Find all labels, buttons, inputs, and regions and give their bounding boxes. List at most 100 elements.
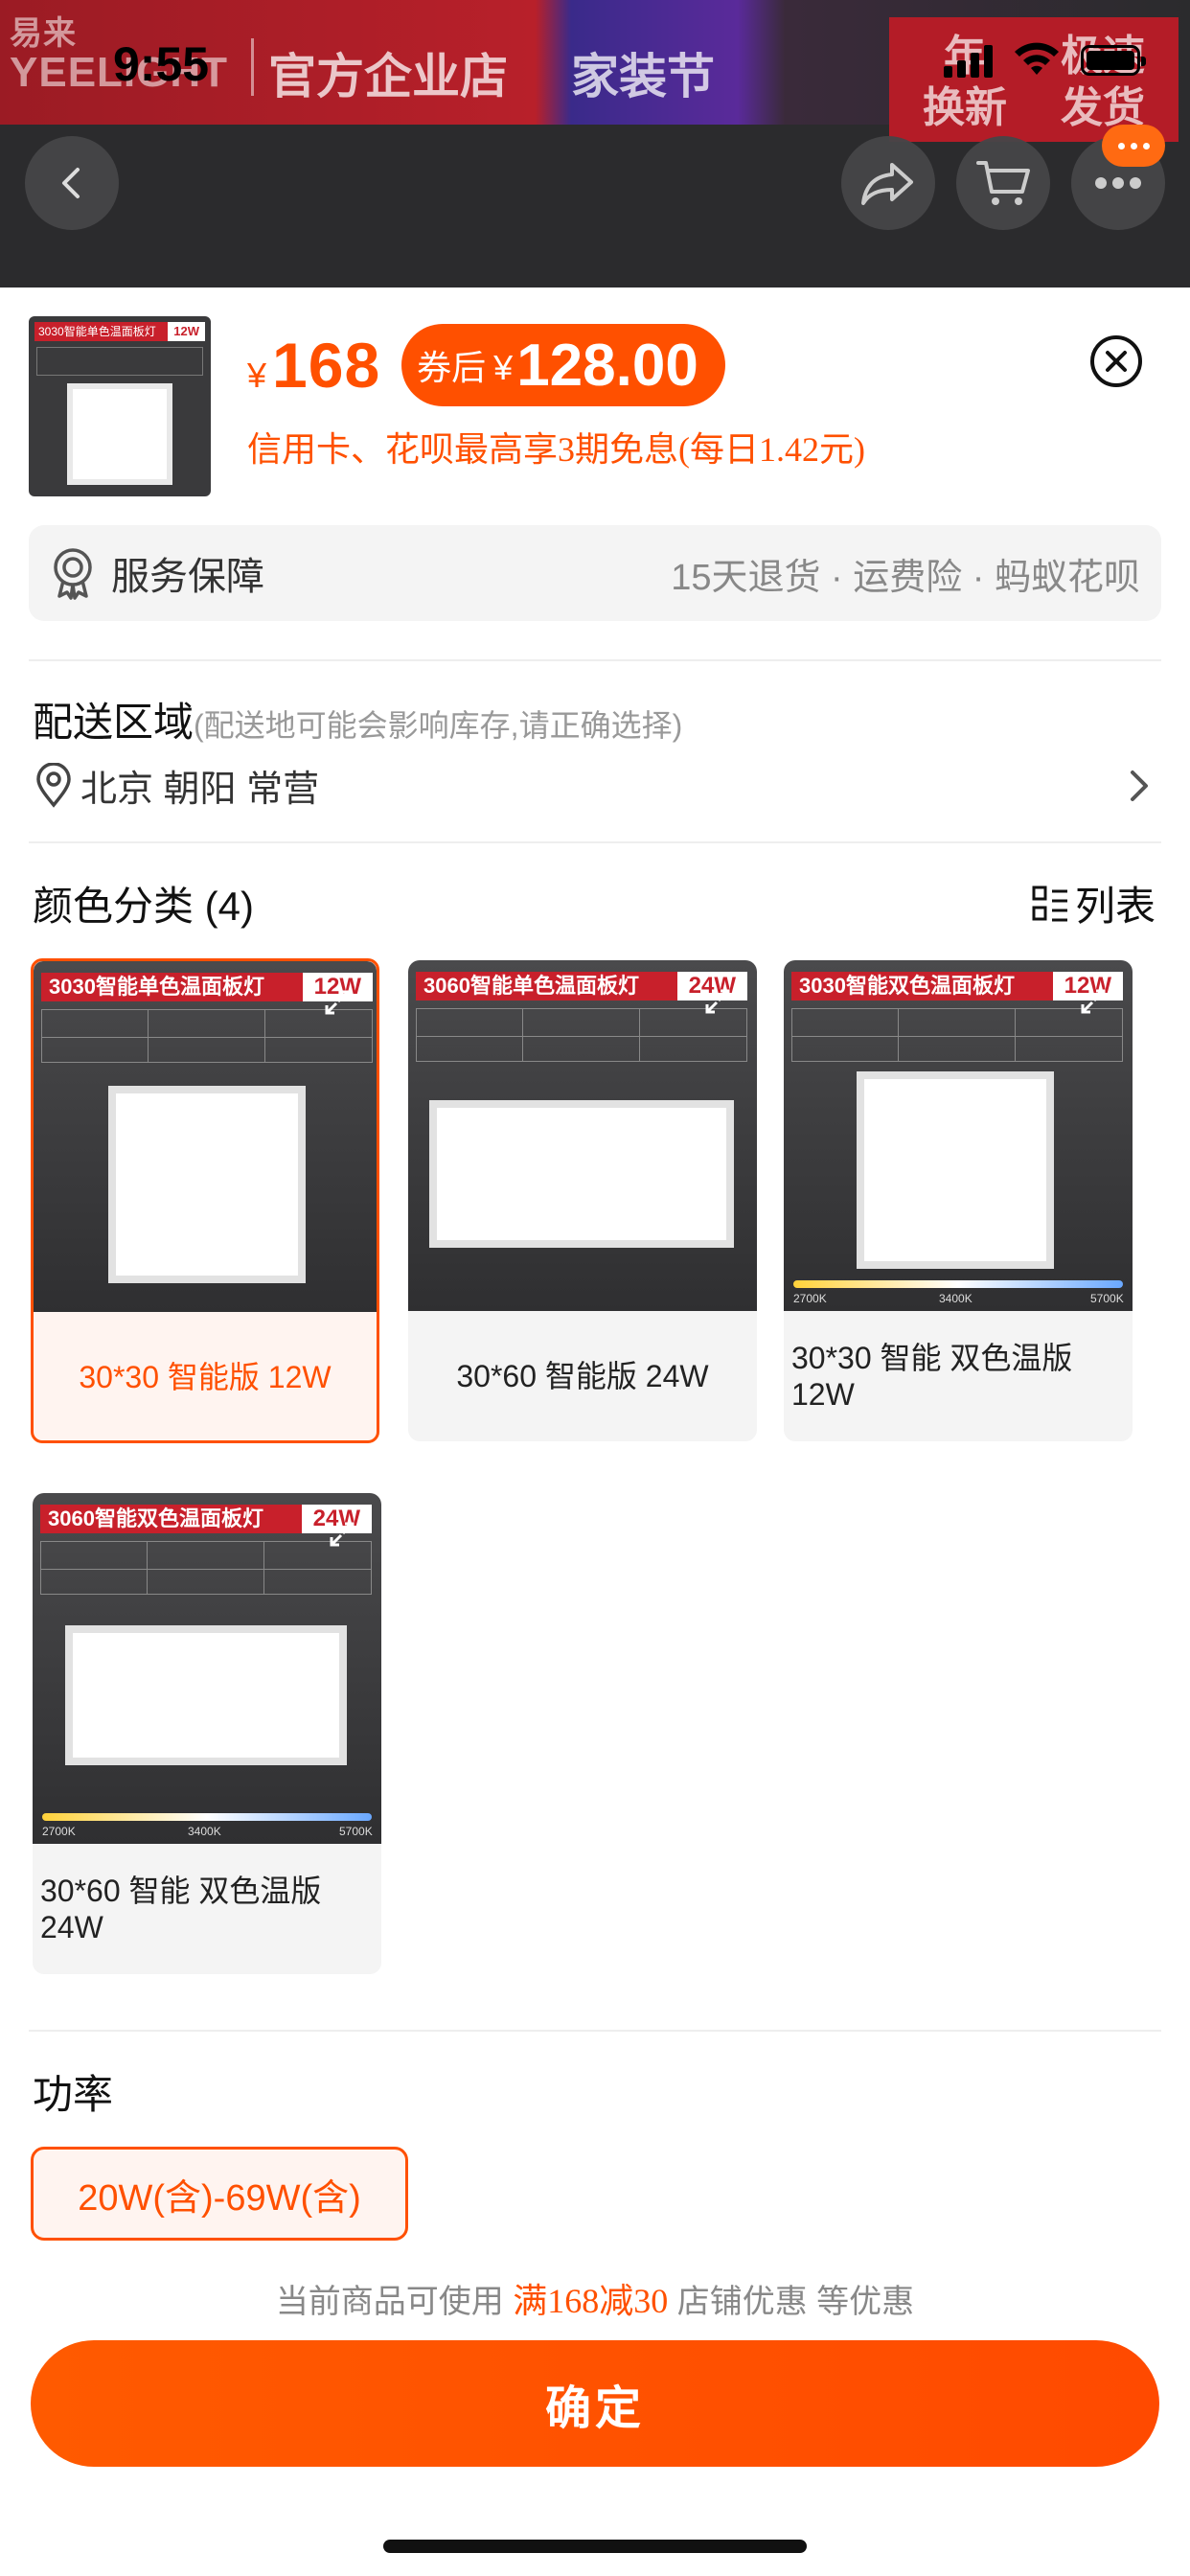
signal-icon xyxy=(944,43,993,78)
option-tag-title: 3030智能单色温面板灯 xyxy=(41,973,303,1001)
delivery-title-text: 配送区域 xyxy=(33,700,195,745)
badge-new-year: 年 换新 xyxy=(889,17,1041,142)
badge-fast-shipping: 极速 发货 xyxy=(1027,17,1179,142)
expand-icon[interactable] xyxy=(1079,987,1108,1016)
promo-highlight: 满168减30 xyxy=(513,2282,669,2320)
badge-right-line2: 发货 xyxy=(1061,84,1145,131)
option-label: 30*30 智能版 12W xyxy=(79,1360,332,1394)
panel-light-image xyxy=(65,1625,347,1765)
divider xyxy=(29,2030,1161,2032)
thumb-tag-title: 3030智能单色温面板灯 xyxy=(34,322,169,341)
location-pin-icon xyxy=(36,762,71,808)
option-tag: 3060智能单色温面板灯 24W xyxy=(416,972,747,1000)
share-button[interactable] xyxy=(841,136,935,230)
list-view-label: 列表 xyxy=(1075,884,1156,929)
close-icon xyxy=(1106,351,1127,372)
list-view-toggle[interactable]: 列表 xyxy=(1031,874,1156,932)
close-button[interactable] xyxy=(1090,335,1142,387)
list-view-icon xyxy=(1032,886,1067,921)
delivery-address-row[interactable]: 北京 朝阳 常营 xyxy=(33,759,1154,812)
panel-light-image xyxy=(108,1086,306,1283)
panel-light-image xyxy=(429,1100,734,1248)
divider xyxy=(29,841,1161,843)
delivery-title: 配送区域(配送地可能会影响库存,请正确选择) xyxy=(33,690,682,748)
status-time: 9:55 xyxy=(113,37,210,91)
color-option[interactable]: 3030智能双色温面板灯 12W 2700K 3400K 5700K 30*30… xyxy=(784,960,1133,1441)
product-page-background: 易来 YEELIGHT 官方企业店 家装节 年 换新 极速 发货 9:55 xyxy=(0,0,1190,288)
thumb-spec-grid xyxy=(36,347,203,376)
option-tag: 3060智能双色温面板灯 24W xyxy=(40,1505,372,1533)
share-icon xyxy=(861,163,913,205)
power-option[interactable]: 20W(含)-69W(含) xyxy=(31,2147,408,2241)
product-thumbnail[interactable]: 3030智能单色温面板灯 12W xyxy=(29,316,211,496)
gradient-label-low: 2700K xyxy=(793,1292,827,1305)
option-tag-title: 3060智能单色温面板灯 xyxy=(416,972,677,1000)
festival-label: 家装节 xyxy=(571,50,715,104)
option-tag-title: 3060智能双色温面板灯 xyxy=(40,1505,302,1533)
price-row: ¥ 168 券后 ¥ 128.00 xyxy=(247,324,725,406)
badge-left-line2: 换新 xyxy=(923,84,1007,131)
option-image: 3030智能双色温面板灯 12W 2700K 3400K 5700K xyxy=(784,960,1133,1311)
gradient-label-low: 2700K xyxy=(42,1825,76,1838)
price-currency: ¥ xyxy=(247,356,267,395)
coupon-price-badge: 券后 ¥ 128.00 xyxy=(401,324,725,406)
message-badge xyxy=(1102,125,1165,167)
badge-award-icon xyxy=(54,548,92,600)
service-guarantee[interactable]: 服务保障 15天退货 · 运费险 · 蚂蚁花呗 xyxy=(29,525,1161,621)
gradient-label-mid: 3400K xyxy=(939,1292,973,1305)
promo-suffix: 店铺优惠 等优惠 xyxy=(676,2284,915,2320)
color-temperature-bar xyxy=(42,1813,372,1821)
thumb-panel-image xyxy=(67,383,172,485)
option-image: 3030智能单色温面板灯 12W xyxy=(34,961,377,1312)
gradient-label-high: 5700K xyxy=(1090,1292,1124,1305)
coupon-label: 券后 xyxy=(417,348,487,387)
option-label: 30*60 智能版 24W xyxy=(456,1359,709,1393)
expand-icon[interactable] xyxy=(328,1520,356,1549)
chevron-right-icon xyxy=(1131,770,1148,801)
installment-info: 信用卡、花呗最高享3期免息(每日1.42元) xyxy=(247,430,865,469)
expand-icon[interactable] xyxy=(323,988,352,1017)
promo-info: 当前商品可使用 满168减30 店铺优惠 等优惠 xyxy=(0,2273,1190,2323)
back-button[interactable] xyxy=(25,136,119,230)
expand-icon[interactable] xyxy=(703,987,732,1016)
option-label: 30*30 智能 双色温版 12W xyxy=(791,1341,1073,1412)
color-option[interactable]: 3060智能单色温面板灯 24W 30*60 智能版 24W xyxy=(408,960,757,1441)
cart-icon xyxy=(976,161,1030,205)
option-label: 30*60 智能 双色温版 24W xyxy=(40,1874,322,1944)
confirm-button[interactable]: 确定 xyxy=(31,2340,1159,2467)
option-tag: 3030智能双色温面板灯 12W xyxy=(791,972,1123,1000)
delivery-address: 北京 朝阳 常营 xyxy=(80,770,320,810)
service-value: 15天退货 · 运费险 · 蚂蚁花呗 xyxy=(671,557,1140,598)
gradient-label-high: 5700K xyxy=(339,1825,373,1838)
option-spec-table xyxy=(41,1009,373,1063)
service-label: 服务保障 xyxy=(111,556,264,598)
banner-divider xyxy=(251,38,254,96)
price-value: 168 xyxy=(272,330,381,401)
battery-icon xyxy=(1081,45,1146,76)
coupon-price: 128.00 xyxy=(516,332,698,399)
option-spec-table xyxy=(40,1541,372,1595)
color-category-title: 颜色分类 (4) xyxy=(33,884,255,929)
thumb-tag-power: 12W xyxy=(173,324,199,338)
thumb-tag: 3030智能单色温面板灯 12W xyxy=(34,322,205,341)
color-option[interactable]: 3060智能双色温面板灯 24W 2700K 3400K 5700K 30*60… xyxy=(33,1493,381,1974)
more-icon xyxy=(1095,177,1141,189)
option-spec-table xyxy=(416,1008,747,1062)
color-option[interactable]: 3030智能单色温面板灯 12W 30*30 智能版 12W xyxy=(31,958,379,1443)
gradient-label-mid: 3400K xyxy=(188,1825,221,1838)
wifi-icon xyxy=(1015,42,1059,75)
divider xyxy=(29,659,1161,661)
color-temperature-bar xyxy=(793,1280,1123,1288)
promo-prefix: 当前商品可使用 xyxy=(275,2284,504,2320)
cart-button[interactable] xyxy=(956,136,1050,230)
sku-sheet: 3030智能单色温面板灯 12W ¥ 168 券后 ¥ 128.00 信用卡、花… xyxy=(0,288,1190,2576)
status-icons xyxy=(944,42,1146,79)
delivery-note: (配送地可能会影响库存,请正确选择) xyxy=(194,708,683,743)
option-tag-title: 3030智能双色温面板灯 xyxy=(791,972,1053,1000)
option-spec-table xyxy=(791,1008,1123,1062)
option-image: 3060智能双色温面板灯 24W 2700K 3400K 5700K xyxy=(33,1493,381,1844)
chevron-left-icon xyxy=(62,168,80,198)
coupon-currency: ¥ xyxy=(493,348,514,387)
home-indicator xyxy=(383,2540,807,2553)
panel-light-image xyxy=(857,1071,1054,1269)
